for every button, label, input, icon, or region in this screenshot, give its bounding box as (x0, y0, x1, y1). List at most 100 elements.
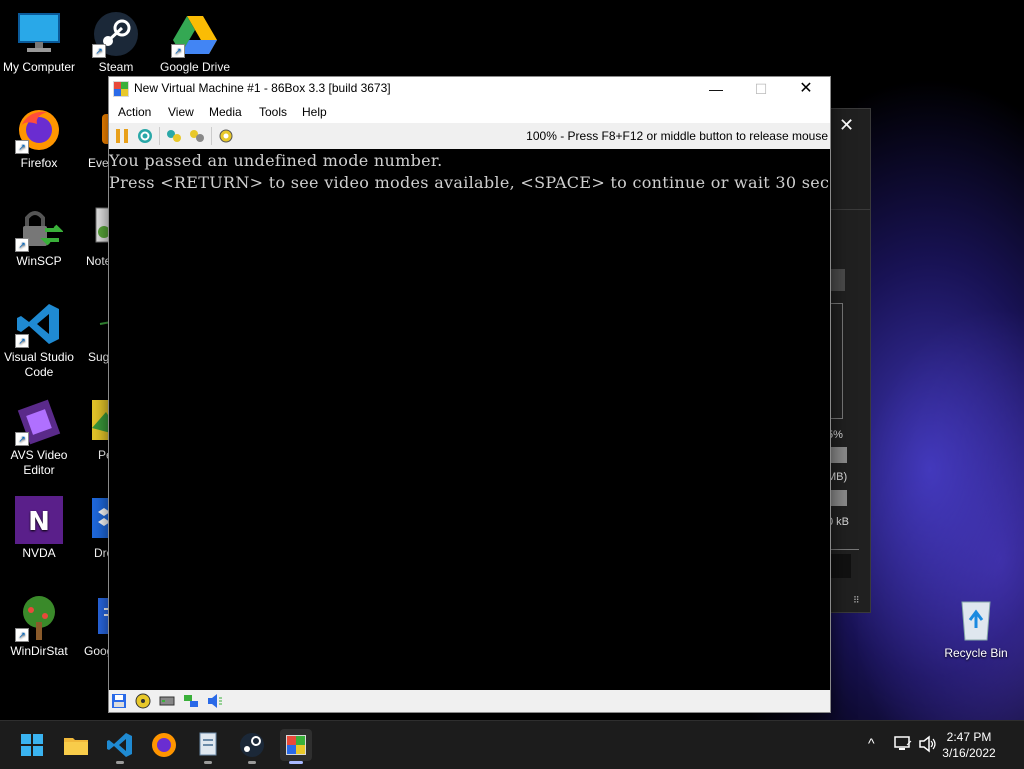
shortcut-arrow-icon: ↗ (15, 432, 29, 446)
86box-icon (286, 735, 306, 755)
minimize-button[interactable]: — (693, 77, 739, 101)
menu-help[interactable]: Help (302, 105, 327, 119)
clock-date: 3/16/2022 (942, 746, 996, 760)
screen-line: Press <RETURN> to see video modes availa… (109, 173, 830, 192)
desktop-icon-label: Recycle Bin (944, 646, 1008, 660)
firefox-icon (152, 733, 176, 757)
hard-disk-icon[interactable] (159, 693, 175, 709)
pause-icon[interactable] (114, 128, 130, 144)
show-hidden-icons-chevron[interactable]: ^ (868, 735, 875, 751)
ctrl-alt-del-icon[interactable] (166, 128, 182, 144)
clock[interactable]: 2:47 PM 3/16/2022 (934, 729, 1004, 761)
shortcut-arrow-icon: ↗ (15, 334, 29, 348)
86box-window[interactable]: New Virtual Machine #1 - 86Box 3.3 [buil… (108, 76, 831, 713)
status-text: 100% - Press F8+F12 or middle button to … (526, 129, 828, 143)
taskbar-firefox[interactable] (148, 729, 180, 761)
film-strip-icon: ↗ (15, 398, 63, 446)
menu-view[interactable]: View (168, 105, 194, 119)
steam-icon: ↗ (92, 10, 140, 58)
menu-tools[interactable]: Tools (259, 105, 287, 119)
floppy-drive-icon[interactable] (111, 693, 127, 709)
background-window-field (829, 554, 851, 578)
desktop-icon-label: WinSCP (16, 254, 62, 268)
network-icon[interactable] (183, 693, 199, 709)
start-button[interactable] (16, 729, 48, 761)
windows-logo-icon (21, 734, 43, 756)
folder-icon (64, 738, 88, 755)
desktop-icon-my-computer[interactable]: My Computer (1, 10, 77, 75)
desktop-icon-label: Firefox (20, 156, 58, 170)
running-indicator (248, 761, 256, 764)
desktop-icon-label: Visual Studio Code (4, 350, 74, 379)
vm-screen[interactable]: You passed an undefined mode number. Pre… (109, 149, 830, 690)
taskbar: ^ 2:47 PM 3/16/2022 (0, 720, 1024, 769)
maximize-button[interactable]: ☐ (738, 77, 784, 101)
desktop-icon-windirstat[interactable]: ↗ WinDirStat (1, 594, 77, 659)
google-drive-icon: ↗ (171, 10, 219, 58)
active-indicator (289, 761, 303, 764)
window-title: New Virtual Machine #1 - 86Box 3.3 [buil… (134, 81, 391, 95)
desktop-icon-vscode[interactable]: ↗ Visual Studio Code (1, 300, 77, 380)
desktop-icon-avs-video-editor[interactable]: ↗ AVS Video Editor (1, 398, 77, 478)
background-window-separator (829, 549, 859, 550)
shortcut-arrow-icon: ↗ (15, 628, 29, 642)
tree-icon: ↗ (15, 594, 63, 642)
menu-media[interactable]: Media (209, 105, 242, 119)
desktop-icon-label: NVDA (22, 546, 56, 560)
recycle-bin-icon (956, 596, 996, 642)
network-icon[interactable] (893, 735, 913, 756)
title-bar[interactable]: New Virtual Machine #1 - 86Box 3.3 [buil… (109, 77, 830, 101)
screen-line: You passed an undefined mode number. (109, 151, 443, 170)
nvda-icon: N (15, 496, 63, 544)
notepad-icon (199, 732, 217, 756)
shortcut-arrow-icon: ↗ (15, 140, 29, 154)
vscode-icon (107, 733, 132, 757)
winscp-icon: ↗ (15, 204, 64, 252)
shortcut-arrow-icon: ↗ (171, 44, 185, 58)
firefox-icon: ↗ (15, 106, 63, 154)
shortcut-arrow-icon: ↗ (15, 238, 29, 252)
background-window-field (831, 269, 845, 291)
resize-grip-icon[interactable]: ⠿ (853, 595, 860, 606)
settings-gear-icon[interactable] (218, 128, 234, 144)
menu-bar: Action View Media Tools Help (109, 101, 830, 123)
cd-drive-icon[interactable] (135, 693, 151, 709)
running-indicator (204, 761, 212, 764)
taskbar-steam[interactable] (236, 729, 268, 764)
menu-action[interactable]: Action (118, 105, 151, 119)
taskbar-86box[interactable] (280, 729, 312, 764)
desktop-icon-label: WinDirStat (10, 644, 68, 658)
desktop-icon-google-drive[interactable]: ↗ Google Drive (157, 10, 233, 75)
desktop-icon-nvda[interactable]: N NVDA (1, 496, 77, 561)
sound-icon[interactable] (207, 693, 223, 709)
close-icon[interactable]: ✕ (839, 115, 854, 136)
shortcut-arrow-icon: ↗ (92, 44, 106, 58)
86box-app-icon (113, 81, 129, 97)
taskbar-vscode[interactable] (104, 729, 136, 764)
taskbar-file-explorer[interactable] (60, 729, 92, 761)
desktop-icon-label: Google Drive (159, 60, 231, 74)
svg-text:N: N (28, 507, 50, 537)
taskbar-notepad[interactable] (192, 729, 224, 764)
status-bar (109, 690, 830, 712)
desktop-icon-label: AVS Video Editor (10, 448, 68, 477)
vscode-icon: ↗ (15, 300, 63, 348)
toolbar: 100% - Press F8+F12 or middle button to … (109, 123, 830, 150)
close-button[interactable]: ✕ (783, 77, 829, 101)
desktop-icon-winscp[interactable]: ↗ WinSCP (1, 204, 77, 269)
clock-time: 2:47 PM (946, 730, 992, 744)
monitor-icon (15, 10, 63, 58)
running-indicator (116, 761, 124, 764)
desktop-icon-label: My Computer (2, 60, 76, 74)
reset-icon[interactable] (137, 128, 153, 144)
desktop-icon-firefox[interactable]: ↗ Firefox (1, 106, 77, 171)
desktop-icon-recycle-bin[interactable]: Recycle Bin (940, 596, 1012, 660)
background-window-panel (829, 303, 843, 419)
toolbar-separator (159, 127, 160, 145)
desktop-icon-steam[interactable]: ↗ Steam (78, 10, 154, 75)
toolbar-separator (211, 127, 212, 145)
background-window-field (831, 447, 847, 463)
ctrl-alt-esc-icon[interactable] (189, 128, 205, 144)
background-window-field (831, 490, 847, 506)
desktop-icon-label: Steam (98, 60, 134, 74)
